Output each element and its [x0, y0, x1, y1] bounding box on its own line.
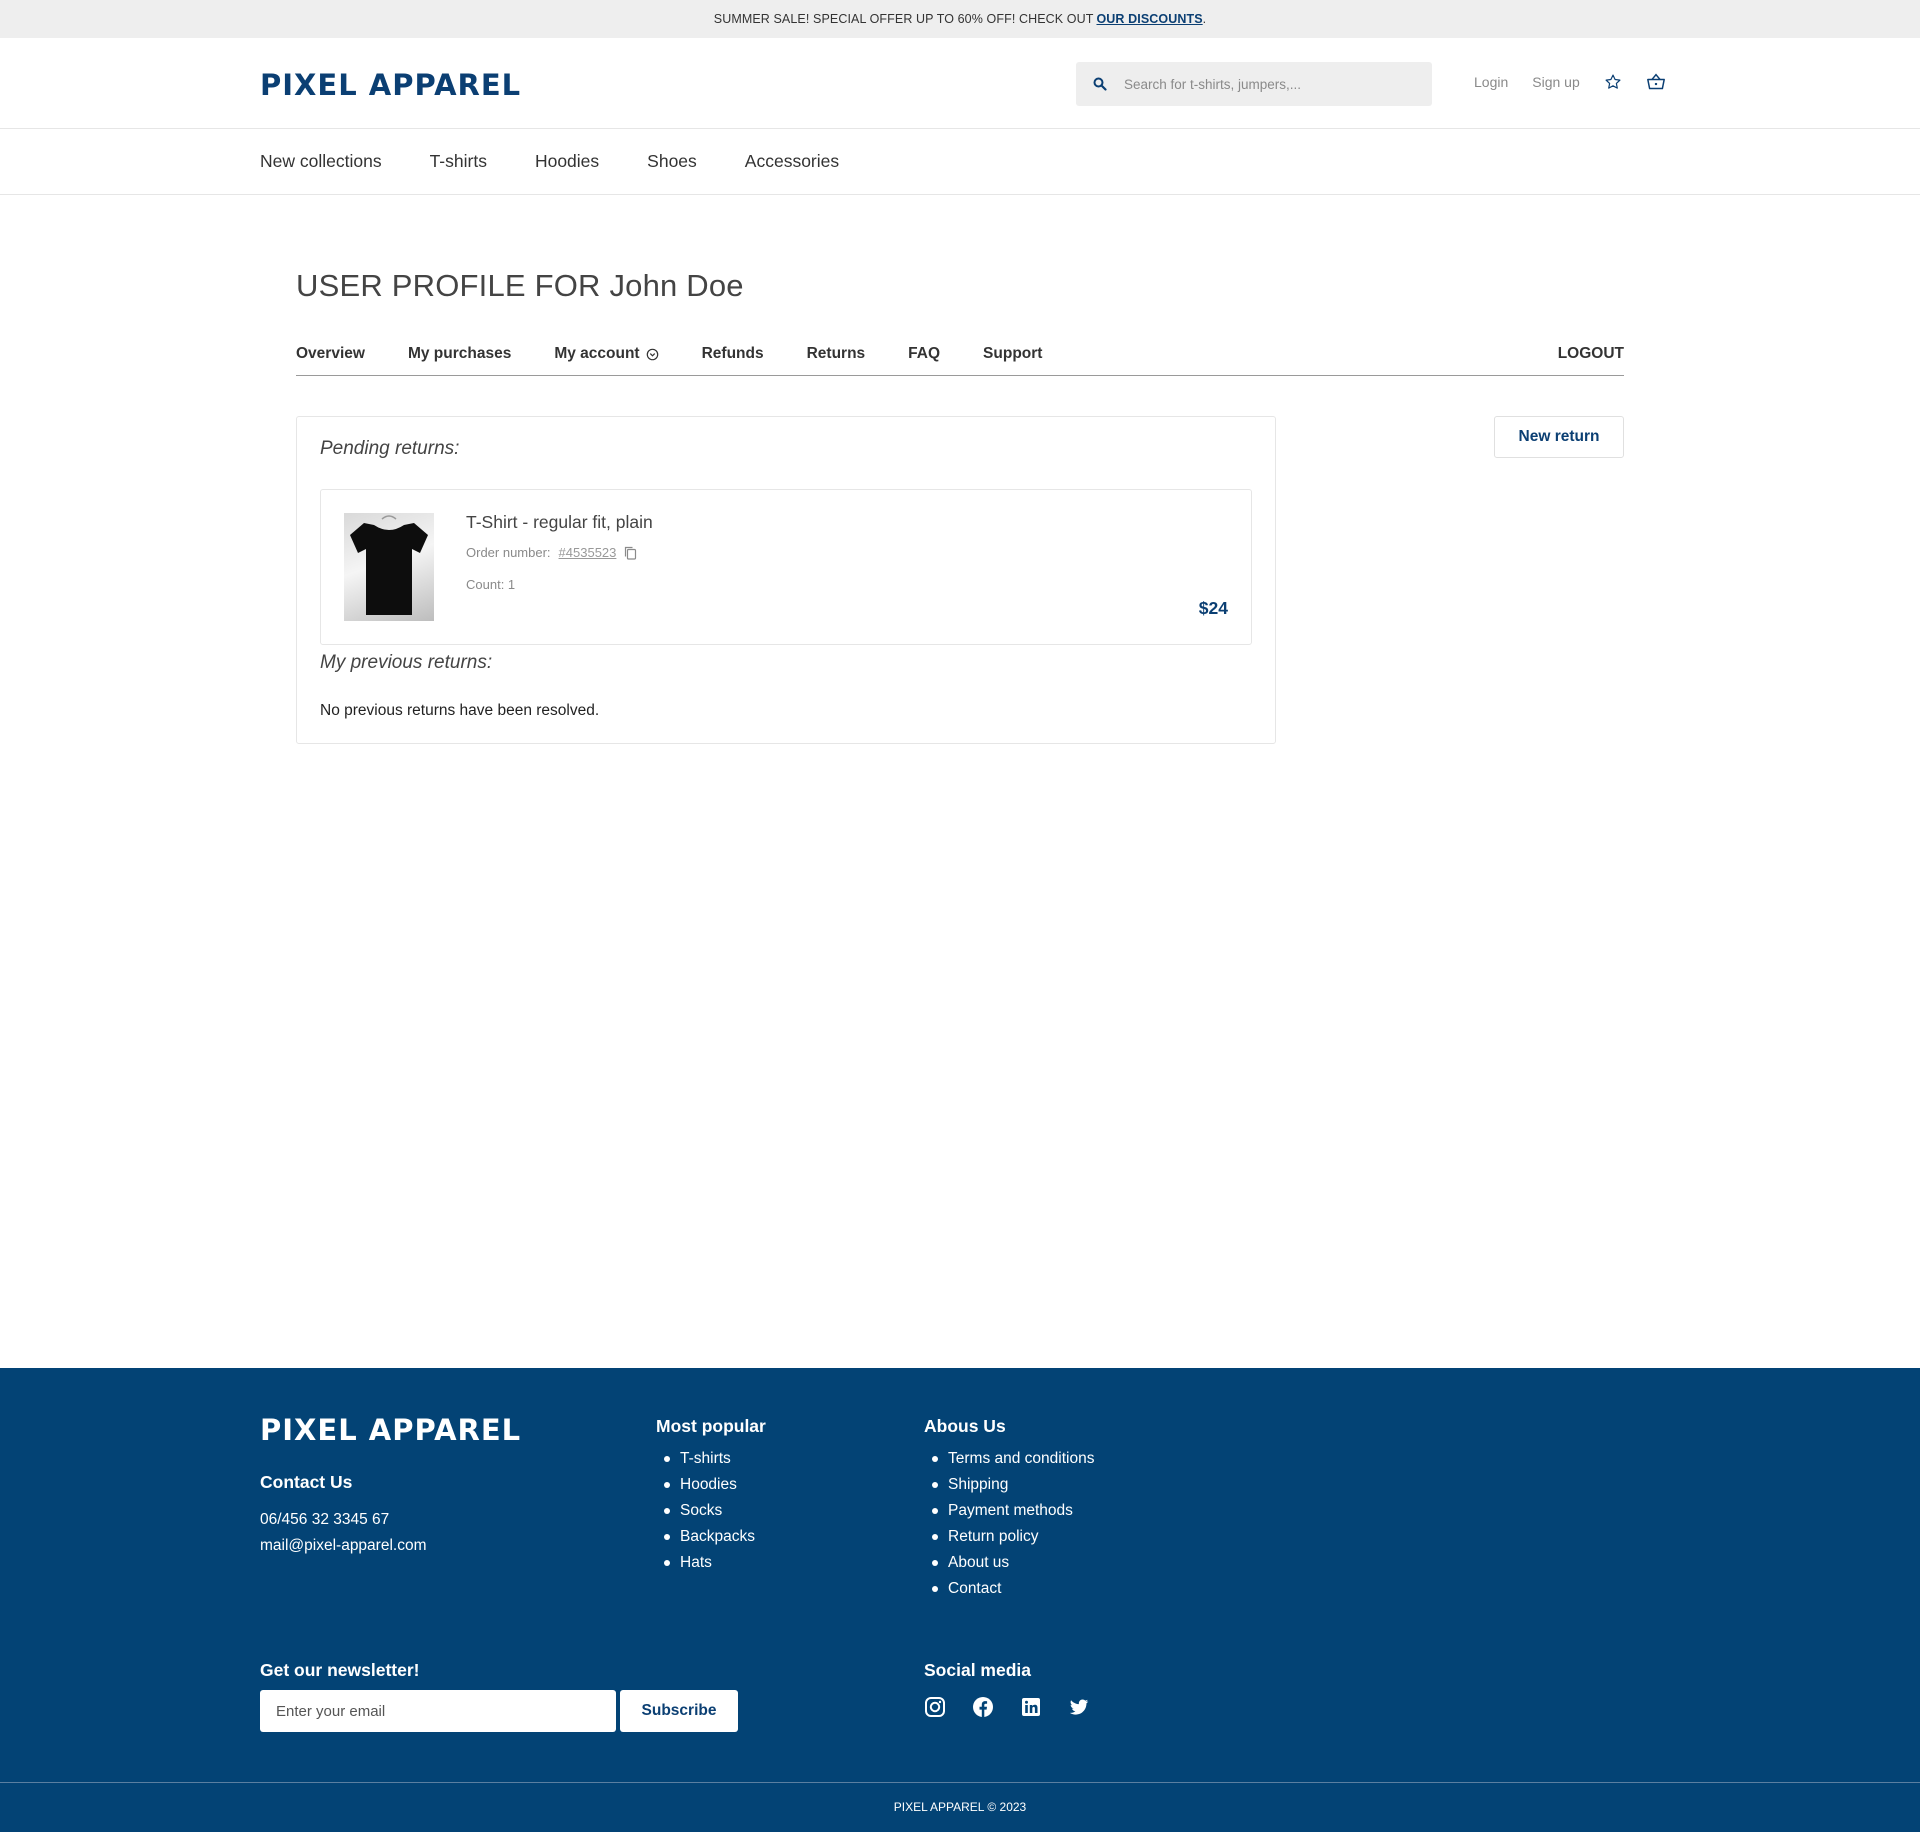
order-number-row: Order number: #4535523	[466, 545, 637, 560]
header-links: Login Sign up	[1474, 73, 1666, 91]
list-item[interactable]: Shipping	[924, 1472, 1094, 1498]
twitter-icon[interactable]	[1068, 1696, 1090, 1718]
search-bar	[1076, 62, 1432, 106]
nav-item-new-collections[interactable]: New collections	[260, 151, 382, 172]
tab-label: Overview	[296, 345, 365, 362]
tab-my-account[interactable]: My account	[554, 345, 658, 375]
tab-overview[interactable]: Overview	[296, 345, 365, 375]
social-media-heading: Social media	[924, 1660, 1031, 1680]
login-link[interactable]: Login	[1474, 74, 1508, 90]
pending-returns-heading: Pending returns:	[320, 438, 460, 459]
product-image	[344, 513, 434, 621]
list-item[interactable]: Terms and conditions	[924, 1446, 1094, 1472]
most-popular-list: T-shirts Hoodies Socks Backpacks Hats	[656, 1446, 755, 1576]
tab-support[interactable]: Support	[983, 345, 1042, 375]
tab-label: My purchases	[407, 345, 512, 362]
list-item[interactable]: About us	[924, 1550, 1094, 1576]
list-item[interactable]: Socks	[656, 1498, 755, 1524]
chevron-down-circle-icon	[646, 348, 659, 361]
contact-email[interactable]: mail@pixel-apparel.com	[260, 1537, 427, 1555]
tab-label: FAQ	[908, 345, 941, 362]
nav-item-shoes[interactable]: Shoes	[647, 151, 697, 172]
tab-my-purchases[interactable]: My purchases	[408, 345, 511, 375]
instagram-icon[interactable]	[924, 1696, 946, 1718]
contact-heading: Contact Us	[260, 1472, 353, 1492]
tab-faq[interactable]: FAQ	[908, 345, 940, 375]
site-footer: PIXEL APPAREL Contact Us 06/456 32 3345 …	[0, 1368, 1920, 1832]
about-us-list: Terms and conditions Shipping Payment me…	[924, 1446, 1094, 1602]
order-number-label: Order number:	[466, 545, 551, 560]
item-price: $24	[1198, 598, 1228, 618]
list-item[interactable]: Hoodies	[656, 1472, 755, 1498]
linkedin-icon[interactable]	[1020, 1696, 1042, 1718]
list-item[interactable]: Contact	[924, 1576, 1094, 1602]
social-icons	[924, 1696, 1090, 1718]
list-item[interactable]: Hats	[656, 1550, 755, 1576]
tab-label: My account	[554, 345, 640, 362]
order-number-link[interactable]: #4535523	[559, 545, 617, 560]
tab-label: Returns	[806, 345, 866, 362]
footer-logo[interactable]: PIXEL APPAREL	[260, 1413, 521, 1447]
newsletter-email-input[interactable]	[260, 1690, 616, 1732]
product-name: T-Shirt - regular fit, plain	[466, 512, 653, 532]
returns-card: Pending returns: T-Shirt - regular fit, …	[296, 416, 1276, 744]
about-us-heading: Abous Us	[924, 1416, 1006, 1436]
promo-text: SUMMER SALE! SPECIAL OFFER UP TO 60% OFF…	[713, 12, 1094, 26]
list-item[interactable]: Payment methods	[924, 1498, 1094, 1524]
promo-bar: SUMMER SALE! SPECIAL OFFER UP TO 60% OFF…	[0, 0, 1920, 38]
item-count: Count: 1	[466, 577, 516, 592]
previous-returns-empty: No previous returns have been resolved.	[320, 702, 600, 719]
basket-icon[interactable]	[1646, 73, 1666, 91]
logout-button[interactable]: LOGOUT	[1558, 345, 1624, 375]
list-item[interactable]: Return policy	[924, 1524, 1094, 1550]
signup-link[interactable]: Sign up	[1532, 74, 1579, 90]
contact-phone: 06/456 32 3345 67	[260, 1511, 390, 1528]
new-return-button[interactable]: New return	[1494, 416, 1624, 458]
main-nav: New collections T-shirts Hoodies Shoes A…	[0, 129, 1920, 195]
site-logo[interactable]: PIXEL APPAREL	[260, 68, 521, 102]
newsletter-heading: Get our newsletter!	[260, 1660, 420, 1680]
facebook-icon[interactable]	[972, 1696, 994, 1718]
return-item[interactable]: T-Shirt - regular fit, plain Order numbe…	[320, 489, 1252, 645]
subscribe-button[interactable]: Subscribe	[620, 1690, 738, 1732]
site-header: PIXEL APPAREL Login Sign up	[0, 38, 1920, 129]
list-item[interactable]: Backpacks	[656, 1524, 755, 1550]
copy-icon[interactable]	[624, 546, 637, 560]
star-icon[interactable]	[1604, 73, 1622, 91]
nav-item-hoodies[interactable]: Hoodies	[535, 151, 599, 172]
tab-label: Support	[983, 345, 1043, 362]
page-title: USER PROFILE FOR John Doe	[296, 268, 744, 303]
copyright: PIXEL APPAREL © 2023	[893, 1800, 1027, 1814]
list-item[interactable]: T-shirts	[656, 1446, 755, 1472]
tab-label: Refunds	[701, 345, 764, 362]
most-popular-heading: Most popular	[656, 1416, 766, 1436]
footer-divider	[0, 1782, 1920, 1783]
promo-discounts-link[interactable]: OUR DISCOUNTS	[1096, 12, 1202, 26]
promo-suffix: .	[1202, 12, 1207, 26]
search-icon[interactable]	[1076, 77, 1124, 91]
tab-refunds[interactable]: Refunds	[702, 345, 764, 375]
search-input[interactable]	[1124, 76, 1404, 92]
nav-item-t-shirts[interactable]: T-shirts	[430, 151, 487, 172]
previous-returns-heading: My previous returns:	[320, 652, 493, 673]
profile-tabs: Overview My purchases My account Refunds…	[296, 345, 1624, 376]
nav-item-accessories[interactable]: Accessories	[745, 151, 839, 172]
tab-returns[interactable]: Returns	[807, 345, 866, 375]
